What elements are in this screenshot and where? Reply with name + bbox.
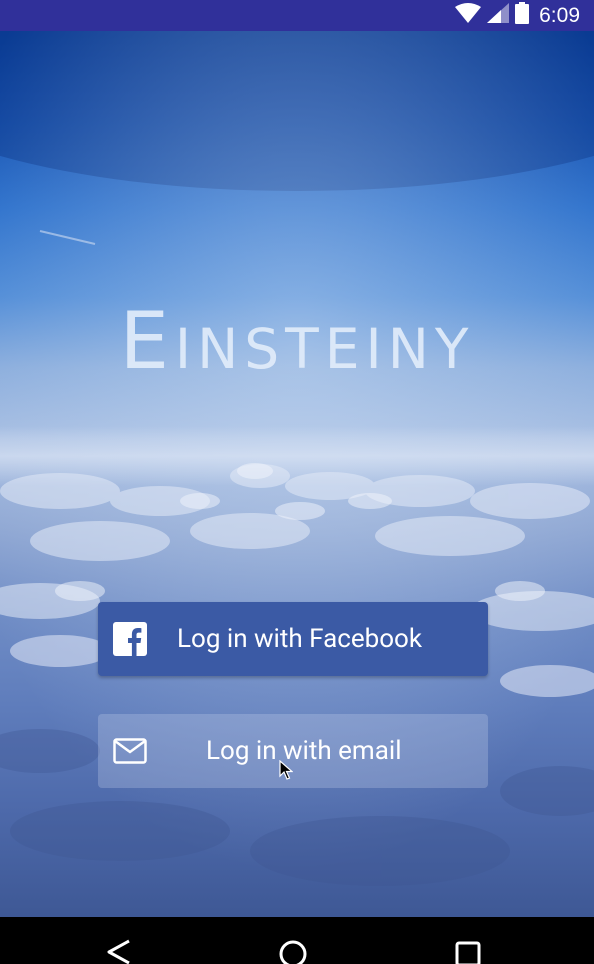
email-login-button[interactable]: Log in with email — [98, 714, 488, 788]
status-bar: 6:09 — [0, 0, 594, 31]
signal-icon — [487, 3, 510, 28]
login-screen: 6:09 Einsteiny Log in with Facebook Log … — [0, 0, 594, 964]
home-icon[interactable] — [273, 937, 313, 964]
mouse-cursor-icon — [279, 760, 293, 780]
navigation-bar — [0, 917, 594, 964]
status-icons: 6:09 — [455, 0, 580, 31]
app-title: Einsteiny — [119, 297, 475, 387]
facebook-login-button[interactable]: Log in with Facebook — [98, 602, 488, 676]
battery-icon — [515, 2, 530, 29]
status-time: 6:09 — [539, 3, 580, 27]
back-icon[interactable] — [99, 937, 139, 964]
recents-icon[interactable] — [448, 937, 488, 964]
email-login-label: Log in with email — [206, 736, 402, 766]
wifi-icon — [455, 3, 482, 28]
facebook-login-label: Log in with Facebook — [177, 624, 423, 654]
